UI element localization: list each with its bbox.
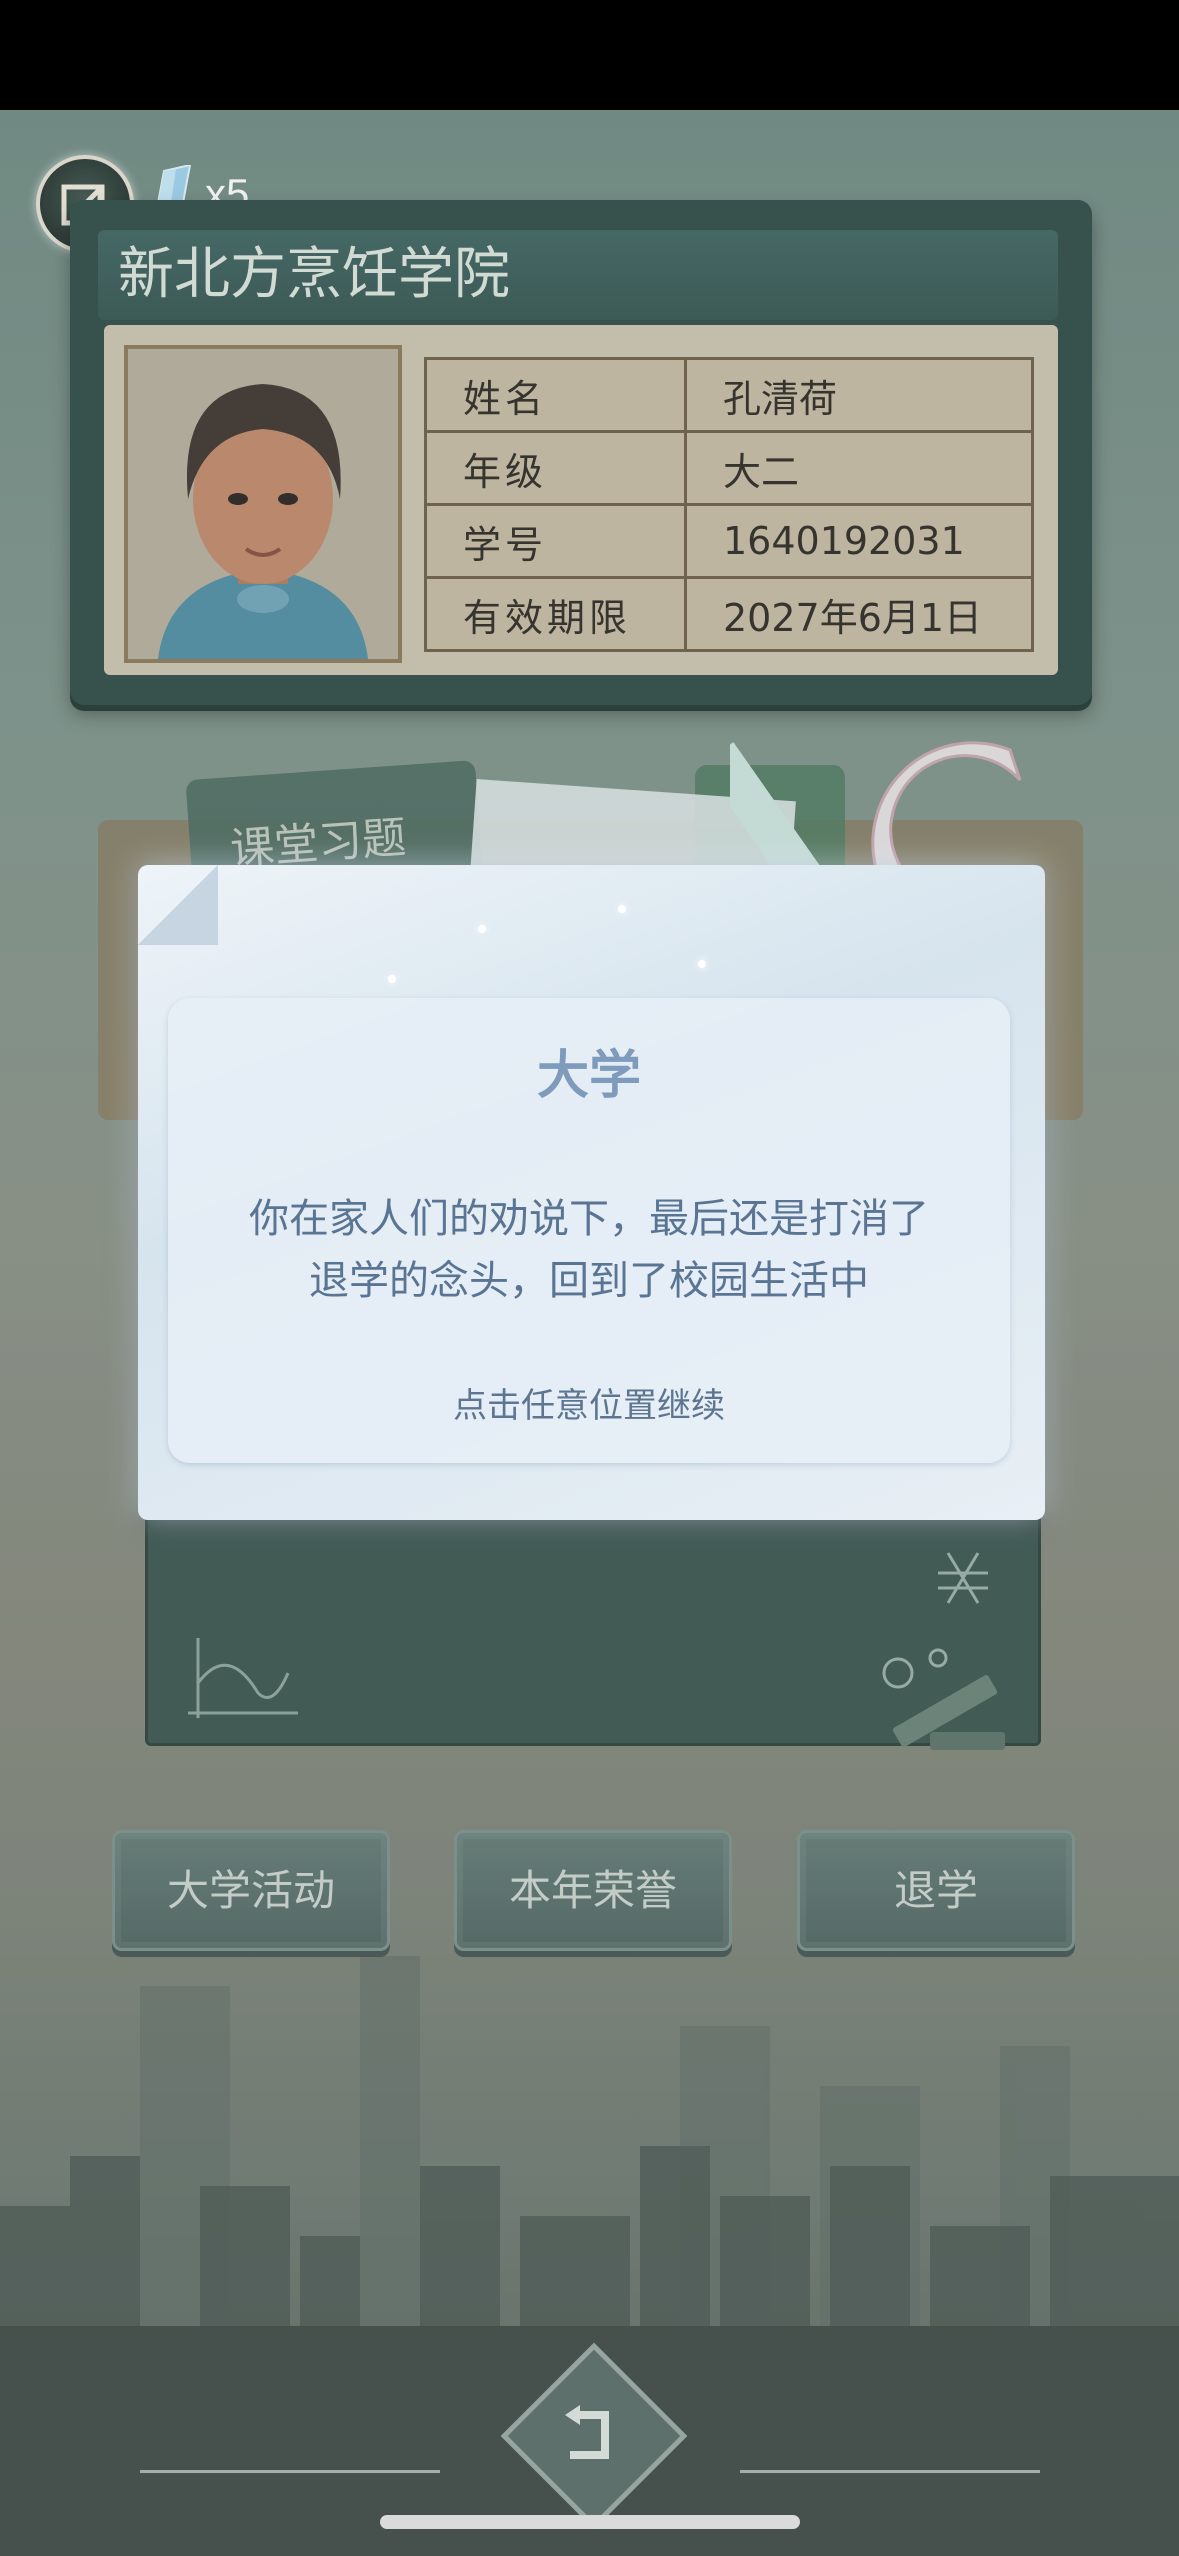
sparkle [478, 925, 486, 933]
dialog-message-line: 你在家人们的劝说下，最后还是打消了 [249, 1196, 929, 1242]
page-fold [138, 865, 218, 945]
status-bar [0, 0, 1179, 110]
sparkle [618, 905, 626, 913]
dialog-content: 大学 你在家人们的劝说下，最后还是打消了 退学的念头，回到了校园生活中 点击任意… [168, 998, 1010, 1463]
sparkle [698, 960, 706, 968]
dialog-message-line: 退学的念头，回到了校园生活中 [309, 1258, 869, 1304]
dialog-message: 你在家人们的劝说下，最后还是打消了 退学的念头，回到了校园生活中 [208, 1188, 970, 1312]
dialog-title: 大学 [536, 1046, 641, 1106]
continue-hint: 点击任意位置继续 [453, 1386, 725, 1426]
sparkle [388, 975, 396, 983]
